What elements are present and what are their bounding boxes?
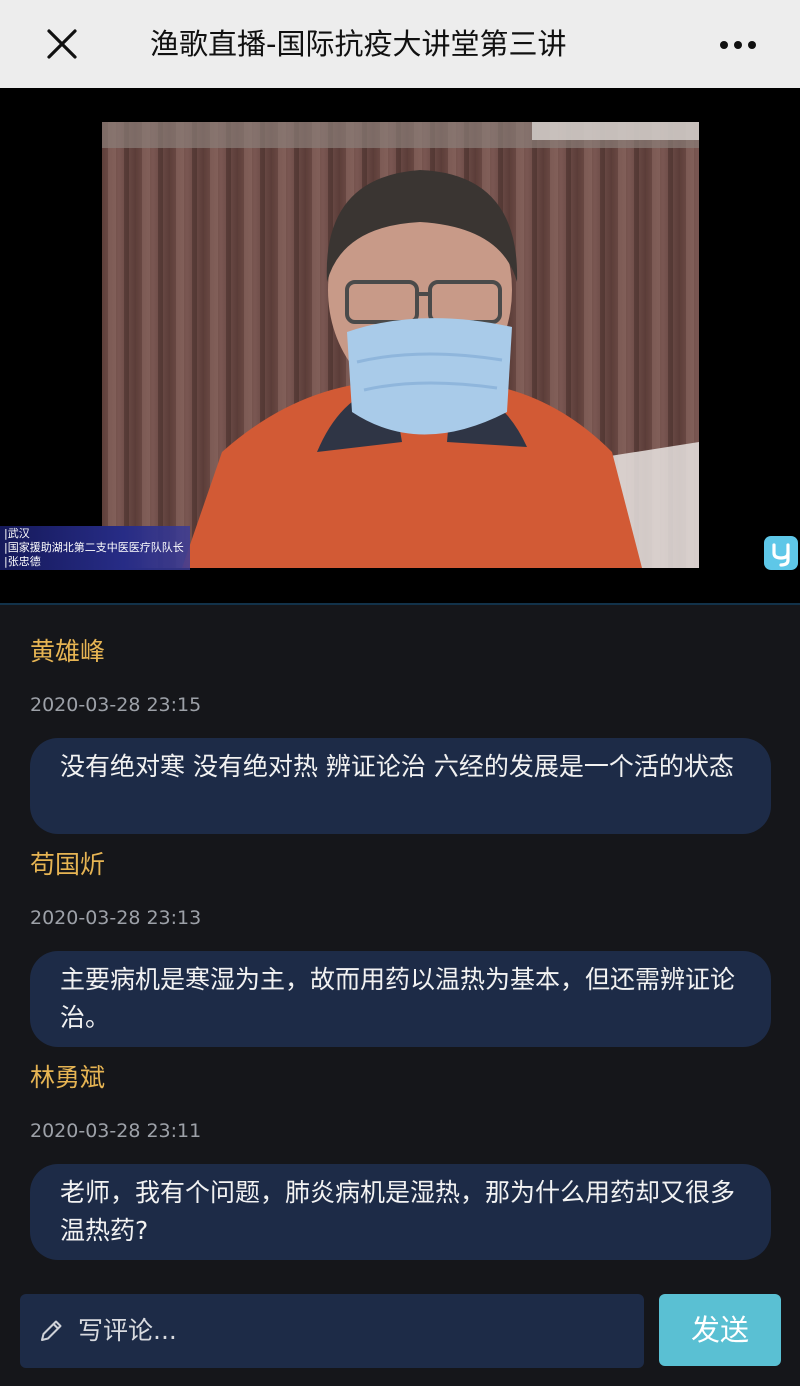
send-button[interactable]: 发送	[659, 1294, 781, 1366]
more-icon	[720, 41, 756, 49]
comment-author: 黄雄峰	[30, 637, 106, 666]
speaker-caption: |武汉 |国家援助湖北第二支中医医疗队队长 |张忠德	[0, 526, 190, 570]
caption-speaker-name: |张忠德	[4, 555, 41, 568]
close-button[interactable]	[40, 22, 84, 66]
close-icon	[47, 29, 77, 59]
more-button[interactable]	[710, 22, 766, 66]
comment-time: 2020-03-28 23:11	[30, 1120, 202, 1142]
comment-author: 苟国炘	[30, 850, 106, 879]
top-bar: 渔歌直播-国际抗疫大讲堂第三讲	[0, 0, 800, 88]
comment-time: 2020-03-28 23:13	[30, 907, 202, 929]
comment-bubble: 没有绝对寒 没有绝对热 辨证论治 六经的发展是一个活的状态	[30, 738, 771, 834]
comment-composer: 写评论... 发送	[0, 1274, 800, 1386]
logo-y-icon	[772, 543, 790, 567]
comment-input[interactable]: 写评论...	[20, 1294, 644, 1368]
live-video[interactable]	[102, 122, 699, 568]
caption-location: |武汉	[4, 527, 30, 540]
live-video-area: |武汉 |国家援助湖北第二支中医医疗队队长 |张忠德	[0, 88, 800, 604]
comment-list[interactable]: 黄雄峰 2020-03-28 23:15 没有绝对寒 没有绝对热 辨证论治 六经…	[0, 614, 800, 1274]
comment-time: 2020-03-28 23:15	[30, 694, 202, 716]
pencil-icon	[41, 1320, 62, 1341]
page-title: 渔歌直播-国际抗疫大讲堂第三讲	[150, 22, 650, 66]
comment-bubble: 老师，我有个问题，肺炎病机是湿热，那为什么用药却又很多温热药?	[30, 1164, 771, 1260]
caption-role: |国家援助湖北第二支中医医疗队队长	[4, 541, 184, 554]
live-logo	[764, 536, 798, 570]
comment-bubble: 主要病机是寒湿为主，故而用药以温热为基本，但还需辨证论治。	[30, 951, 771, 1047]
comment-input-placeholder: 写评论...	[78, 1316, 177, 1345]
speaker-video-frame	[102, 122, 699, 568]
divider	[0, 603, 800, 605]
comment-author: 林勇斌	[30, 1063, 106, 1092]
